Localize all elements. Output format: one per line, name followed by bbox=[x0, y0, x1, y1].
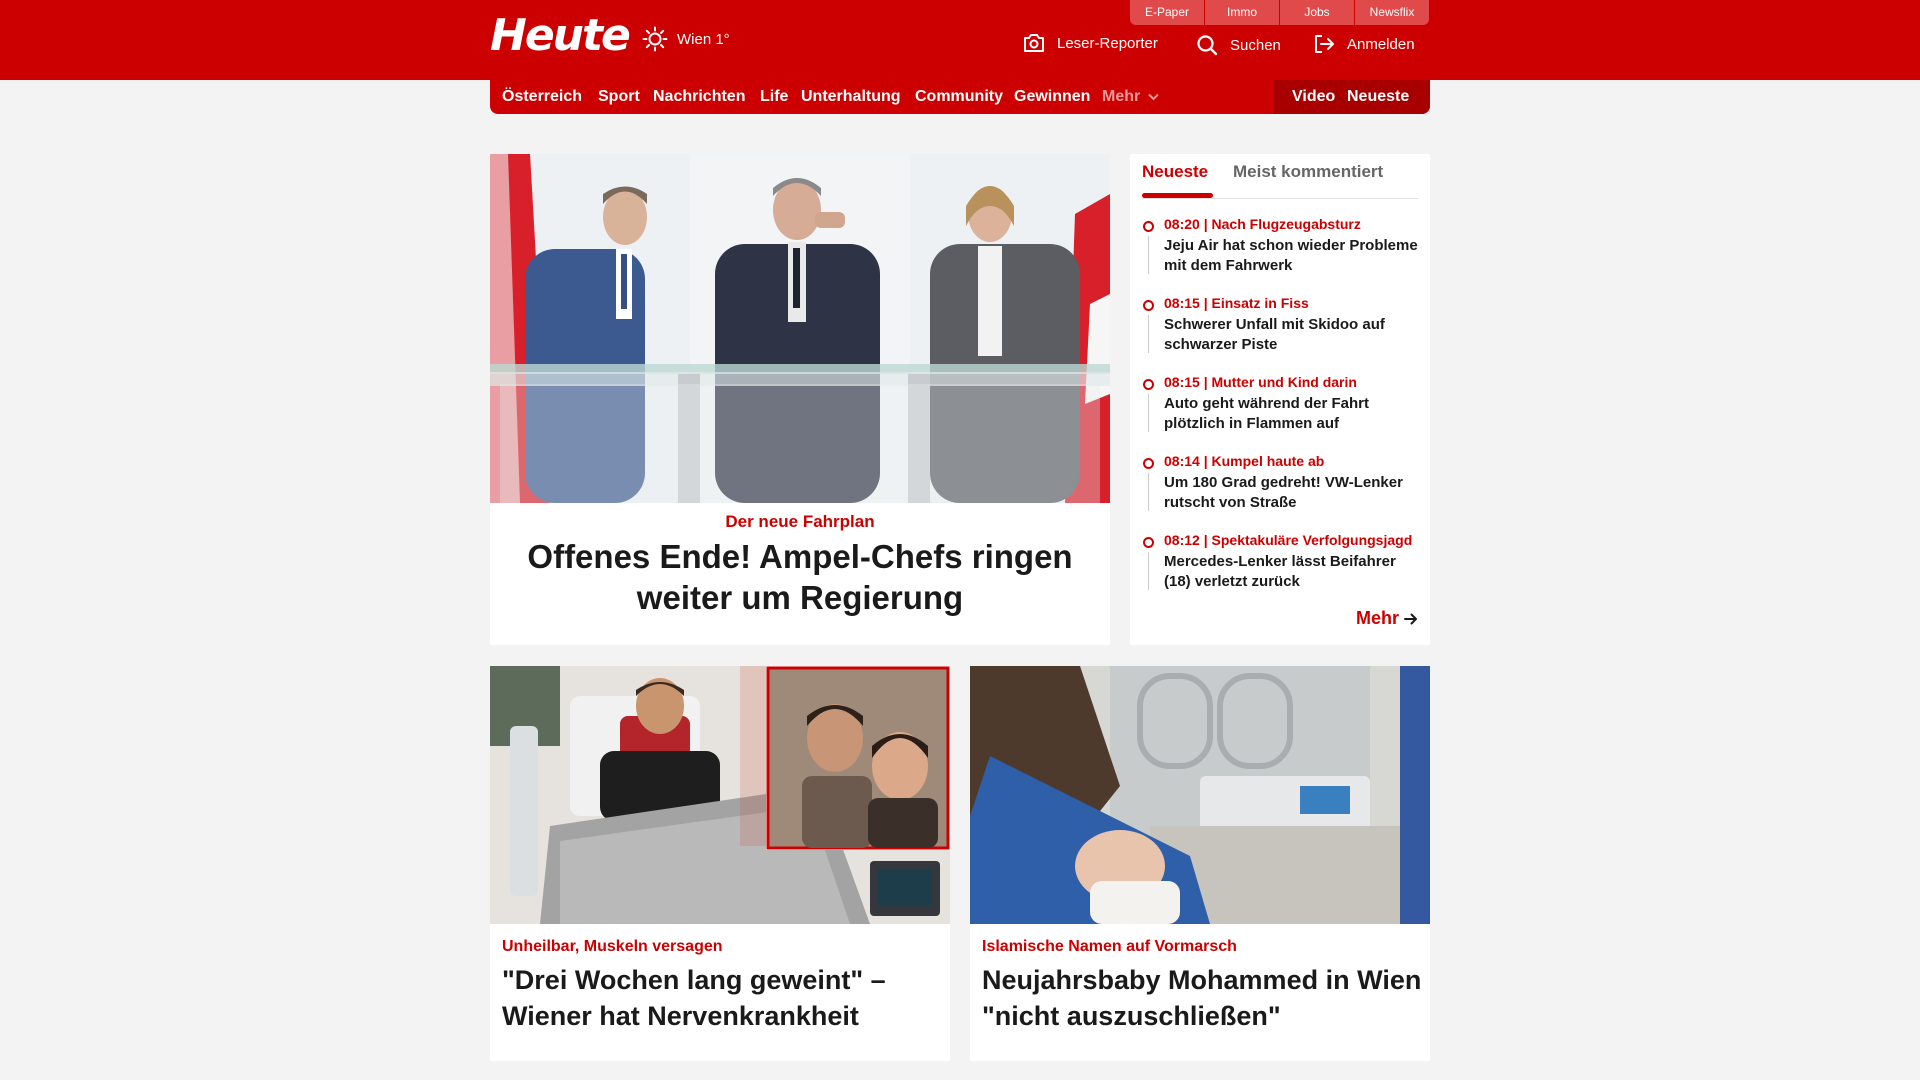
card-kicker[interactable]: Unheilbar, Muskeln versagen bbox=[502, 938, 723, 956]
nav-more-label: Mehr bbox=[1102, 88, 1141, 105]
timeline-bullet bbox=[1143, 221, 1154, 232]
article-card[interactable]: Unheilbar, Muskeln versagen "Drei Wochen… bbox=[490, 666, 950, 1061]
main-nav: Österreich Sport Nachrichten Life Unterh… bbox=[490, 80, 1430, 114]
tab-neueste[interactable]: Neueste bbox=[1142, 162, 1208, 182]
news-time: 08:12 bbox=[1164, 532, 1200, 548]
article-card[interactable]: Islamische Namen auf Vormarsch Neujahrsb… bbox=[970, 666, 1430, 1061]
news-title[interactable]: Mercedes-Lenker lässt Beifahrer (18) ver… bbox=[1164, 552, 1426, 592]
card-title[interactable]: "Drei Wochen lang geweint" – Wiener hat … bbox=[502, 962, 942, 1034]
nav-item-mehr[interactable]: Mehr bbox=[1102, 80, 1159, 114]
news-topic: Nach Flugzeugabsturz bbox=[1211, 216, 1361, 232]
card-kicker[interactable]: Islamische Namen auf Vormarsch bbox=[982, 938, 1237, 956]
timeline-bullet bbox=[1143, 458, 1154, 469]
card-title[interactable]: Neujahrsbaby Mohammed in Wien "nicht aus… bbox=[982, 962, 1422, 1034]
news-time: 08:14 bbox=[1164, 453, 1200, 469]
tab-meist-kommentiert[interactable]: Meist kommentiert bbox=[1233, 162, 1383, 182]
news-topic: Kumpel haute ab bbox=[1211, 453, 1325, 469]
timeline-line bbox=[1148, 552, 1149, 590]
nav-item-unterhaltung[interactable]: Unterhaltung bbox=[801, 80, 901, 114]
hero-image[interactable] bbox=[490, 154, 1110, 503]
news-meta: 08:14 | Kumpel haute ab bbox=[1164, 453, 1325, 469]
weather-widget[interactable]: Wien 1° bbox=[642, 26, 730, 52]
sun-icon bbox=[642, 26, 668, 52]
latest-news-sidebar: Neueste Meist kommentiert 08:20 | Nach F… bbox=[1130, 154, 1430, 645]
news-meta: 08:20 | Nach Flugzeugabsturz bbox=[1164, 216, 1361, 232]
reporter-label: Leser-Reporter bbox=[1057, 34, 1158, 52]
toplink-epaper[interactable]: E-Paper bbox=[1130, 0, 1204, 25]
timeline-line bbox=[1148, 236, 1149, 274]
search-icon bbox=[1197, 35, 1218, 56]
news-time: 08:15 bbox=[1164, 295, 1200, 311]
timeline-line bbox=[1148, 473, 1149, 511]
site-header bbox=[0, 0, 1920, 80]
hero-title[interactable]: Offenes Ende! Ampel-Chefs ringen weiter … bbox=[510, 536, 1090, 618]
more-link[interactable]: Mehr bbox=[1356, 608, 1418, 629]
timeline-line bbox=[1148, 394, 1149, 432]
camera-icon bbox=[1024, 34, 1044, 52]
nav-right-group: Video Neueste bbox=[1273, 80, 1430, 114]
toplink-jobs[interactable]: Jobs bbox=[1280, 0, 1354, 25]
nav-item-video[interactable]: Video bbox=[1292, 80, 1335, 114]
search-button[interactable]: Suchen bbox=[1196, 34, 1281, 56]
login-button[interactable]: Anmelden bbox=[1313, 34, 1415, 54]
news-meta: 08:12 | Spektakuläre Verfolgungsjagd bbox=[1164, 532, 1413, 548]
timeline-line bbox=[1148, 315, 1149, 353]
timeline-bullet bbox=[1143, 379, 1154, 390]
news-title[interactable]: Jeju Air hat schon wieder Probleme mit d… bbox=[1164, 236, 1426, 276]
search-label: Suchen bbox=[1230, 36, 1281, 54]
news-time: 08:20 bbox=[1164, 216, 1200, 232]
news-title[interactable]: Schwerer Unfall mit Skidoo auf schwarzer… bbox=[1164, 315, 1426, 355]
toplink-immo[interactable]: Immo bbox=[1205, 0, 1279, 25]
arrow-right-icon bbox=[1404, 613, 1417, 624]
login-icon bbox=[1315, 35, 1334, 53]
weather-label: Wien 1° bbox=[677, 30, 730, 48]
news-topic: Spektakuläre Verfolgungsjagd bbox=[1211, 532, 1413, 548]
news-topic: Mutter und Kind darin bbox=[1211, 374, 1357, 390]
nav-item-nachrichten[interactable]: Nachrichten bbox=[653, 80, 745, 114]
news-meta: 08:15 | Mutter und Kind darin bbox=[1164, 374, 1357, 390]
hero-kicker[interactable]: Der neue Fahrplan bbox=[490, 512, 1110, 532]
card-image[interactable] bbox=[970, 666, 1430, 924]
nav-item-neueste[interactable]: Neueste bbox=[1347, 80, 1409, 114]
login-label: Anmelden bbox=[1347, 35, 1415, 53]
timeline-bullet bbox=[1143, 300, 1154, 311]
news-title[interactable]: Um 180 Grad gedreht! VW-Lenker rutscht v… bbox=[1164, 473, 1426, 513]
reporter-button[interactable]: Leser-Reporter bbox=[1023, 34, 1158, 52]
nav-item-sport[interactable]: Sport bbox=[598, 80, 640, 114]
news-meta: 08:15 | Einsatz in Fiss bbox=[1164, 295, 1309, 311]
timeline-bullet bbox=[1143, 537, 1154, 548]
more-label: Mehr bbox=[1355, 608, 1399, 628]
site-logo[interactable]: Heute bbox=[490, 8, 631, 64]
active-tab-indicator bbox=[1142, 193, 1213, 198]
news-topic: Einsatz in Fiss bbox=[1211, 295, 1309, 311]
nav-item-gewinnen[interactable]: Gewinnen bbox=[1014, 80, 1090, 114]
nav-item-community[interactable]: Community bbox=[915, 80, 1003, 114]
toplink-newsflix[interactable]: Newsflix bbox=[1355, 0, 1429, 25]
hero-article[interactable]: Der neue Fahrplan Offenes Ende! Ampel-Ch… bbox=[490, 154, 1110, 645]
sidebar-tabs: Neueste Meist kommentiert bbox=[1142, 154, 1418, 199]
top-links: E-Paper Immo Jobs Newsflix bbox=[1130, 0, 1429, 25]
card-image[interactable] bbox=[490, 666, 950, 924]
news-time: 08:15 bbox=[1164, 374, 1200, 390]
nav-item-oesterreich[interactable]: Österreich bbox=[502, 80, 582, 114]
news-title[interactable]: Auto geht während der Fahrt plötzlich in… bbox=[1164, 394, 1426, 434]
chevron-down-icon bbox=[1147, 93, 1159, 101]
nav-item-life[interactable]: Life bbox=[760, 80, 788, 114]
